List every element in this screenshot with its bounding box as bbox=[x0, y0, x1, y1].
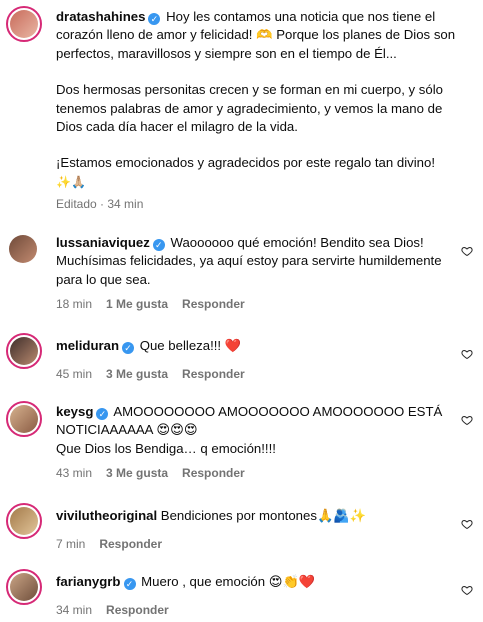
username[interactable]: meliduran bbox=[56, 338, 119, 353]
reply-button[interactable]: Responder bbox=[182, 295, 245, 313]
comment-time: 7 min bbox=[56, 537, 86, 552]
comment-text: AMOOOOOOOO AMOOOOOOO AMOOOOOOO ESTÁ NOTI… bbox=[56, 404, 443, 438]
avatar[interactable] bbox=[6, 401, 42, 437]
comment-time: 18 min bbox=[56, 297, 93, 312]
username[interactable]: vivilutheoriginal bbox=[56, 508, 157, 523]
comment-text: Dos hermosas personitas crecen y se form… bbox=[56, 82, 444, 135]
comment-time: 34 min bbox=[56, 603, 93, 618]
avatar[interactable] bbox=[6, 6, 42, 42]
username[interactable]: keysg bbox=[56, 404, 93, 419]
edited-label: Editado bbox=[56, 197, 97, 212]
heart-icon[interactable] bbox=[461, 244, 473, 257]
reply-button[interactable]: Responder bbox=[182, 365, 245, 383]
verified-icon: ✓ bbox=[123, 578, 136, 590]
heart-icon[interactable] bbox=[461, 583, 473, 596]
like-count[interactable]: 1 Me gusta bbox=[106, 295, 168, 313]
comment-text: Muero , que emoción 😍👏❤️ bbox=[141, 574, 316, 589]
heart-icon[interactable] bbox=[461, 517, 473, 530]
like-count[interactable]: 3 Me gusta bbox=[106, 464, 168, 482]
reply-button[interactable]: Responder bbox=[99, 535, 162, 553]
username[interactable]: farianygrb bbox=[56, 574, 121, 589]
avatar[interactable] bbox=[6, 232, 40, 266]
comment-text: Que belleza!!! ❤️ bbox=[139, 338, 242, 353]
comment-text: Bendiciones por montones🙏🫂✨ bbox=[160, 508, 367, 523]
heart-icon[interactable] bbox=[461, 413, 473, 426]
verified-icon: ✓ bbox=[96, 408, 109, 420]
verified-icon: ✓ bbox=[122, 342, 135, 354]
username[interactable]: dratashahines bbox=[56, 9, 145, 24]
comment-time: 43 min bbox=[56, 466, 93, 481]
like-count[interactable]: 3 Me gusta bbox=[106, 365, 168, 383]
avatar[interactable] bbox=[6, 569, 42, 605]
comment-text: Que Dios los Bendiga… q emoción!!!! bbox=[56, 440, 276, 456]
heart-icon[interactable] bbox=[461, 347, 473, 360]
reply-button[interactable]: Responder bbox=[106, 601, 169, 619]
comment-text: ¡Estamos emocionados y agradecidos por e… bbox=[56, 155, 435, 171]
comment-emoji: ✨🙏🏼 bbox=[56, 174, 86, 189]
comment-time: 45 min bbox=[56, 367, 93, 382]
comment-time: 34 min bbox=[107, 197, 144, 212]
verified-icon: ✓ bbox=[148, 13, 161, 25]
verified-icon: ✓ bbox=[152, 239, 165, 251]
avatar[interactable] bbox=[6, 503, 42, 539]
avatar[interactable] bbox=[6, 333, 42, 369]
username[interactable]: lussaniaviquez bbox=[56, 235, 150, 250]
reply-button[interactable]: Responder bbox=[182, 464, 245, 482]
